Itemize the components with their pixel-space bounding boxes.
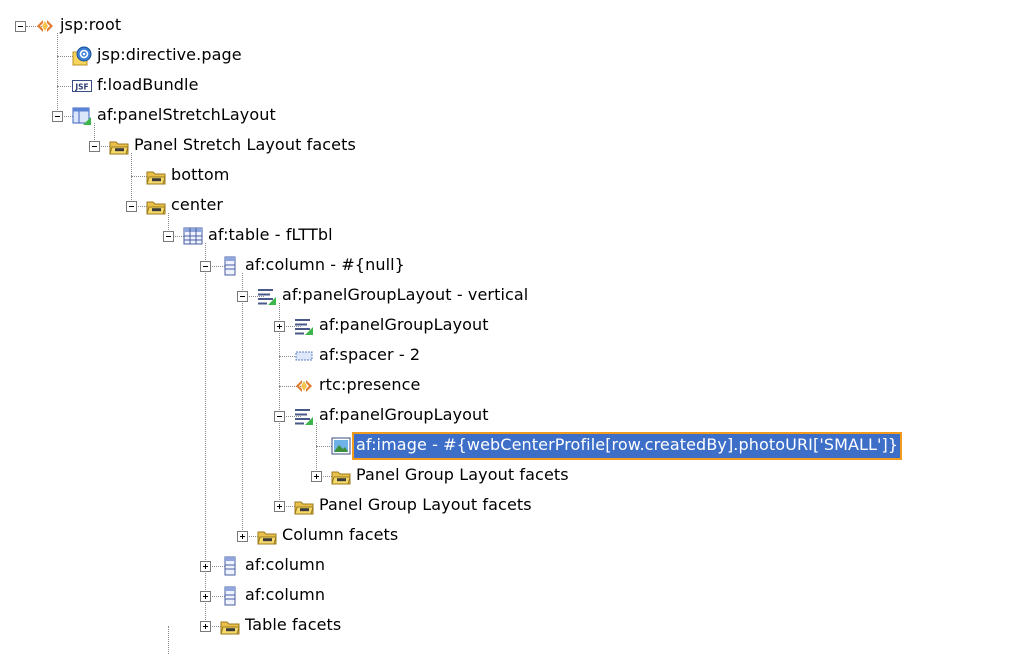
tree-node-label[interactable]: af:panelGroupLayout <box>317 314 491 338</box>
expand-toggle[interactable] <box>237 531 248 542</box>
expand-toggle[interactable] <box>311 471 322 482</box>
tree-node[interactable] <box>0 341 1010 371</box>
tree-node-label[interactable]: af:panelGroupLayout - vertical <box>280 284 530 308</box>
tree-node-label[interactable]: af:column <box>243 584 327 608</box>
facets-folder-icon <box>294 496 314 516</box>
expand-toggle[interactable] <box>274 501 285 512</box>
tree-node-label[interactable]: jsp:root <box>58 14 123 38</box>
tree-node[interactable] <box>0 371 1010 401</box>
panel-group-layout-icon <box>257 286 277 306</box>
tree-node[interactable] <box>0 221 1010 251</box>
expand-toggle[interactable] <box>200 621 211 632</box>
column-icon <box>220 586 240 606</box>
tree-node-label[interactable]: f:loadBundle <box>95 74 201 98</box>
structure-tree[interactable]: jsp:root jsp:directive.page JSF f:loadBundl… <box>0 0 1018 654</box>
tree-node[interactable] <box>0 521 1010 551</box>
panel-group-layout-icon <box>294 406 314 426</box>
tree-node[interactable] <box>0 401 1010 431</box>
facets-folder-icon <box>331 466 351 486</box>
tree-node-label[interactable]: af:table - fLTTbl <box>206 224 335 248</box>
facet-folder-icon <box>146 196 166 216</box>
expand-toggle[interactable] <box>200 561 211 572</box>
tree-node-label[interactable]: Panel Stretch Layout facets <box>132 134 358 158</box>
tree-node[interactable] <box>0 611 1010 641</box>
table-icon <box>183 226 203 246</box>
collapse-toggle[interactable] <box>126 201 137 212</box>
jsp-root-icon <box>35 16 55 36</box>
tree-node-label[interactable]: Panel Group Layout facets <box>354 464 571 488</box>
panel-group-layout-icon <box>294 316 314 336</box>
tree-node-label[interactable]: jsp:directive.page <box>95 44 244 68</box>
panel-stretch-layout-icon <box>72 106 92 126</box>
tree-node-label[interactable]: center <box>169 194 225 218</box>
spacer-icon <box>294 346 314 366</box>
collapse-toggle[interactable] <box>15 21 26 32</box>
tree-node-label[interactable]: rtc:presence <box>317 374 422 398</box>
collapse-toggle[interactable] <box>237 291 248 302</box>
collapse-toggle[interactable] <box>89 141 100 152</box>
collapse-toggle[interactable] <box>52 111 63 122</box>
tree-node-label[interactable]: af:column <box>243 554 327 578</box>
tree-node[interactable] <box>0 251 1010 281</box>
tree-node-label[interactable]: bottom <box>169 164 231 188</box>
expand-toggle[interactable] <box>274 321 285 332</box>
tree-node[interactable] <box>0 551 1010 581</box>
tree-node-label[interactable]: Table facets <box>243 614 343 638</box>
rtc-presence-icon <box>294 376 314 396</box>
tree-node-label[interactable]: af:panelStretchLayout <box>95 104 278 128</box>
collapse-toggle[interactable] <box>200 261 211 272</box>
image-icon <box>331 436 351 456</box>
column-icon <box>220 256 240 276</box>
tree-node-label[interactable]: Column facets <box>280 524 400 548</box>
tree-node[interactable] <box>0 311 1010 341</box>
tree-node-label[interactable]: af:column - #{null} <box>243 254 407 278</box>
jsf-icon: JSF <box>72 76 92 96</box>
collapse-toggle[interactable] <box>163 231 174 242</box>
facets-folder-icon <box>257 526 277 546</box>
tree-node[interactable] <box>0 11 1010 41</box>
facet-folder-icon <box>146 166 166 186</box>
tree-node-label[interactable]: af:spacer - 2 <box>317 344 422 368</box>
column-icon <box>220 556 240 576</box>
collapse-toggle[interactable] <box>274 411 285 422</box>
tree-node-label[interactable]: af:panelGroupLayout <box>317 404 491 428</box>
tree-node-label[interactable]: Panel Group Layout facets <box>317 494 534 518</box>
facets-folder-icon <box>220 616 240 636</box>
tree-node-label-selected[interactable]: af:image - #{webCenterProfile[row.create… <box>351 432 903 460</box>
directive-page-icon <box>72 46 92 66</box>
tree-node[interactable] <box>0 581 1010 611</box>
svg-text:JSF: JSF <box>74 82 88 91</box>
facets-folder-icon <box>109 136 129 156</box>
expand-toggle[interactable] <box>200 591 211 602</box>
